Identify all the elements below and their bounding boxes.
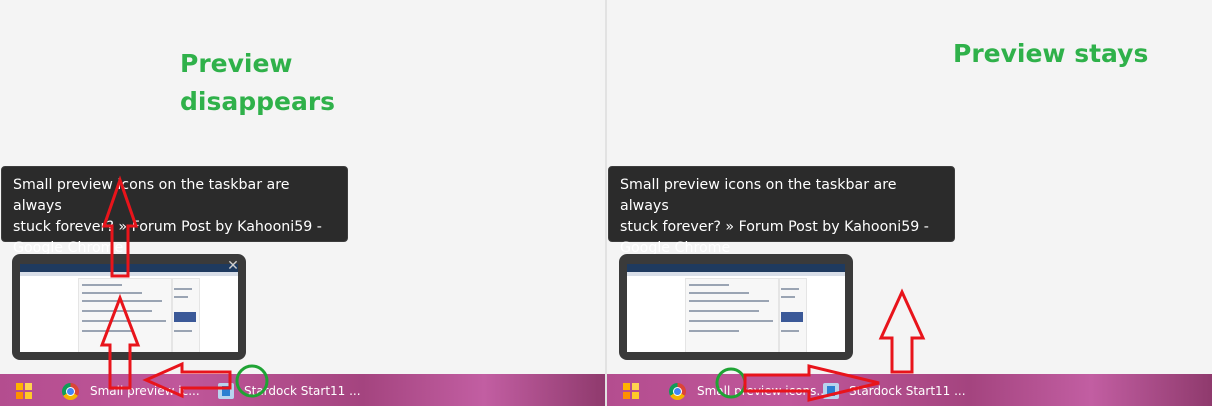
caption-line-1: Preview [180,49,293,78]
caption-preview-stays: Preview stays [953,39,1149,68]
start-menu-icon[interactable] [16,383,32,399]
taskbar-tooltip: Small preview icons on the taskbar are a… [608,166,955,256]
taskbar-item-chrome-label[interactable]: Small preview ic... [90,384,200,398]
thumbnail-page[interactable] [20,264,238,352]
left-panel: Preview disappears Small preview icons o… [0,0,605,406]
caption-preview-disappears: Preview disappears [180,45,335,121]
taskbar-item-stardock-label[interactable]: Stardock Start11 ... [849,384,966,398]
chrome-icon[interactable] [62,383,79,400]
taskbar-item-stardock-label[interactable]: Stardock Start11 ... [244,384,361,398]
taskbar: Small preview icons... Stardock Start11 … [607,374,1212,406]
caption-line-2: disappears [180,87,336,116]
annotation-arrow-up [878,288,926,374]
window-preview-thumbnail[interactable] [619,254,853,360]
thumbnail-page[interactable] [627,264,845,352]
stardock-start11-icon[interactable] [218,383,234,399]
taskbar-tooltip: Small preview icons on the taskbar are a… [1,166,348,256]
taskbar: Small preview ic... Stardock Start11 ... [0,374,605,406]
chrome-icon[interactable] [669,383,686,400]
right-panel: Preview stays Small preview icons on the… [607,0,1212,406]
close-icon[interactable]: ✕ [226,258,240,272]
taskbar-item-chrome-label[interactable]: Small preview icons... [697,384,828,398]
window-preview-thumbnail[interactable]: ✕ [12,254,246,360]
tooltip-line-1: Small preview icons on the taskbar are a… [13,177,290,214]
tooltip-line-2: stuck forever? » Forum Post by Kahooni59… [13,219,322,235]
stardock-start11-icon[interactable] [823,383,839,399]
tooltip-line-2: stuck forever? » Forum Post by Kahooni59… [620,219,929,235]
tooltip-line-1: Small preview icons on the taskbar are a… [620,177,897,214]
start-menu-icon[interactable] [623,383,639,399]
